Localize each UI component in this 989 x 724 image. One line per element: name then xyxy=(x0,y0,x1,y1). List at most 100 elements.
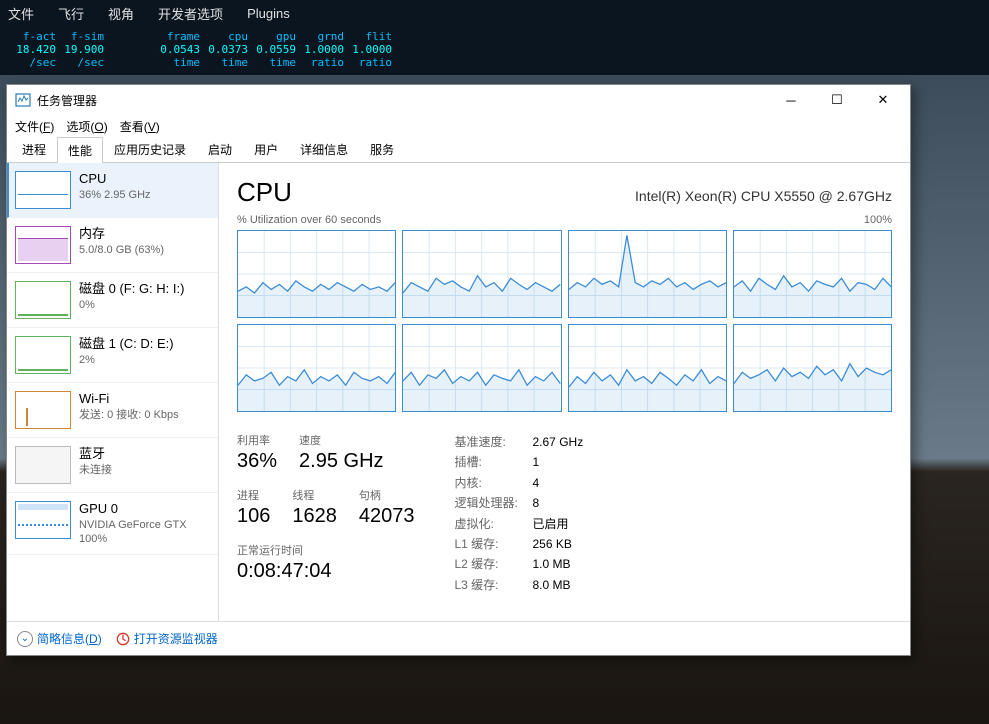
taskmgr-icon xyxy=(15,92,31,108)
tab-4[interactable]: 用户 xyxy=(243,136,289,162)
chart-max-label: 100% xyxy=(864,214,892,226)
sim-stat xyxy=(104,30,152,43)
window-title: 任务管理器 xyxy=(37,92,768,109)
footer: ⌄ 简略信息(D) 打开资源监视器 xyxy=(7,621,910,655)
metric-label: 进程 xyxy=(237,487,270,503)
titlebar[interactable]: 任务管理器 ─ ☐ ✕ xyxy=(7,85,910,115)
metric-value: 36% xyxy=(237,450,277,473)
spec-value: 8 xyxy=(533,493,540,513)
spec-key: L2 缓存: xyxy=(455,554,533,574)
sim-menu-item[interactable]: Plugins xyxy=(247,6,290,21)
spec-key: 逻辑处理器: xyxy=(455,493,533,513)
sidebar-item-name: 蓝牙 xyxy=(79,446,112,463)
sidebar-item-disk[interactable]: 磁盘 1 (C: D: E:) 2% xyxy=(7,328,218,383)
gpu-thumb-icon xyxy=(15,501,71,539)
cpu-core-chart xyxy=(568,230,727,318)
maximize-button[interactable]: ☐ xyxy=(814,85,860,115)
sim-stat: /sec xyxy=(56,56,104,69)
sim-stat: time xyxy=(200,56,248,69)
sidebar-item-name: 磁盘 1 (C: D: E:) xyxy=(79,336,174,353)
disk-thumb-icon xyxy=(15,281,71,319)
spec-value: 已启用 xyxy=(533,514,569,534)
sidebar-item-gpu[interactable]: GPU 0 NVIDIA GeForce GTX 100% xyxy=(7,493,218,555)
spec-value: 256 KB xyxy=(533,534,572,554)
cpu-core-charts xyxy=(237,230,892,412)
tab-1[interactable]: 性能 xyxy=(57,137,103,163)
sidebar-item-sub: 0% xyxy=(79,298,184,312)
sidebar-item-cpu[interactable]: CPU 36% 2.95 GHz xyxy=(7,163,218,218)
metric-value: 106 xyxy=(237,505,270,528)
spec-key: 基准速度: xyxy=(455,432,533,452)
sim-stat: f-sim xyxy=(56,30,104,43)
spec-key: 虚拟化: xyxy=(455,514,533,534)
metric-label: 句柄 xyxy=(359,487,415,503)
metric-label: 速度 xyxy=(299,432,383,448)
metric-value: 1628 xyxy=(292,505,337,528)
sidebar-item-bt[interactable]: 蓝牙 未连接 xyxy=(7,438,218,493)
spec-key: L1 缓存: xyxy=(455,534,533,554)
metric-label: 利用率 xyxy=(237,432,277,448)
sidebar-item-sub2: 100% xyxy=(79,532,187,546)
sidebar-item-sub: NVIDIA GeForce GTX xyxy=(79,518,187,532)
disk-thumb-icon xyxy=(15,336,71,374)
menu-file[interactable]: 文件(F) xyxy=(15,118,54,135)
tab-0[interactable]: 进程 xyxy=(11,136,57,162)
sim-stat: f-act xyxy=(8,30,56,43)
sidebar-item-name: Wi-Fi xyxy=(79,391,179,408)
menu-options[interactable]: 选项(O) xyxy=(66,118,107,135)
cpu-core-chart xyxy=(402,324,561,412)
cpu-core-chart xyxy=(733,324,892,412)
sidebar-item-disk[interactable]: 磁盘 0 (F: G: H: I:) 0% xyxy=(7,273,218,328)
resmon-icon xyxy=(116,632,130,646)
sim-menu-item[interactable]: 视角 xyxy=(108,4,134,23)
sim-stat: ratio xyxy=(296,56,344,69)
uptime-label: 正常运行时间 xyxy=(237,542,415,558)
spec-key: 插槽: xyxy=(455,452,533,472)
chart-axis-label: % Utilization over 60 seconds xyxy=(237,214,381,226)
menubar: 文件(F) 选项(O) 查看(V) xyxy=(7,115,910,137)
sidebar-item-mem[interactable]: 内存 5.0/8.0 GB (63%) xyxy=(7,218,218,273)
sidebar-item-name: 磁盘 0 (F: G: H: I:) xyxy=(79,281,184,298)
panel-title: CPU xyxy=(237,177,292,208)
sidebar-item-sub: 发送: 0 接收: 0 Kbps xyxy=(79,408,179,422)
tab-3[interactable]: 启动 xyxy=(197,136,243,162)
tab-6[interactable]: 服务 xyxy=(359,136,405,162)
minimize-button[interactable]: ─ xyxy=(768,85,814,115)
metric-label: 线程 xyxy=(292,487,337,503)
sim-stats: f-actf-simframecpugpugrndflit 18.42019.9… xyxy=(0,26,989,75)
menu-view[interactable]: 查看(V) xyxy=(120,118,160,135)
sim-menu-item[interactable]: 飞行 xyxy=(58,4,84,23)
sim-menu-item[interactable]: 开发者选项 xyxy=(158,4,223,23)
sim-stat: 0.0373 xyxy=(200,43,248,56)
cpu-thumb-icon xyxy=(15,171,71,209)
chevron-down-icon: ⌄ xyxy=(17,631,33,647)
task-manager-window: 任务管理器 ─ ☐ ✕ 文件(F) 选项(O) 查看(V) 进程性能应用历史记录… xyxy=(6,84,911,656)
sidebar-item-sub: 5.0/8.0 GB (63%) xyxy=(79,243,164,257)
tab-5[interactable]: 详细信息 xyxy=(289,136,359,162)
sidebar-item-sub: 2% xyxy=(79,353,174,367)
spec-value: 1 xyxy=(533,452,540,472)
sim-stat: 19.900 xyxy=(56,43,104,56)
sim-menu-item[interactable]: 文件 xyxy=(8,4,34,23)
brief-info-link[interactable]: ⌄ 简略信息(D) xyxy=(17,630,102,647)
cpu-model: Intel(R) Xeon(R) CPU X5550 @ 2.67GHz xyxy=(635,188,892,204)
tab-strip: 进程性能应用历史记录启动用户详细信息服务 xyxy=(7,137,910,163)
spec-value: 1.0 MB xyxy=(533,554,571,574)
sim-stat: /sec xyxy=(8,56,56,69)
spec-value: 4 xyxy=(533,473,540,493)
sim-stat xyxy=(104,43,152,56)
sidebar: CPU 36% 2.95 GHz 内存 5.0/8.0 GB (63%) 磁盘 … xyxy=(7,163,219,621)
mem-thumb-icon xyxy=(15,226,71,264)
spec-key: L3 缓存: xyxy=(455,575,533,595)
spec-key: 内核: xyxy=(455,473,533,493)
sidebar-item-name: CPU xyxy=(79,171,151,188)
cpu-core-chart xyxy=(237,324,396,412)
sim-stat: 0.0543 xyxy=(152,43,200,56)
tab-2[interactable]: 应用历史记录 xyxy=(103,136,197,162)
close-button[interactable]: ✕ xyxy=(860,85,906,115)
sidebar-item-wifi[interactable]: Wi-Fi 发送: 0 接收: 0 Kbps xyxy=(7,383,218,438)
open-resmon-link[interactable]: 打开资源监视器 xyxy=(116,630,218,647)
spec-value: 2.67 GHz xyxy=(533,432,584,452)
cpu-specs: 基准速度: 2.67 GHz插槽: 1内核: 4逻辑处理器: 8虚拟化: 已启用… xyxy=(455,432,584,595)
cpu-core-chart xyxy=(568,324,727,412)
